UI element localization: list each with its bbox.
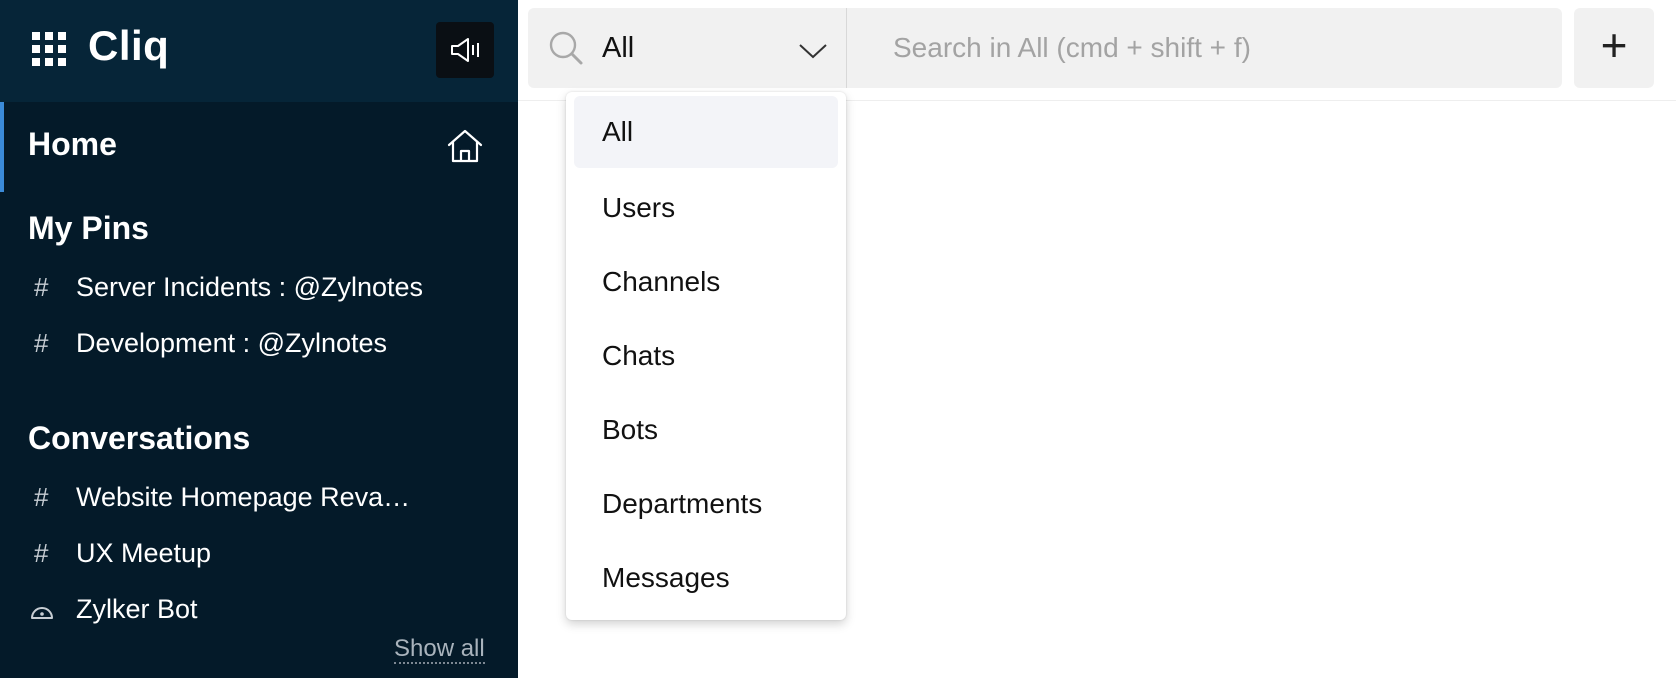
dropdown-option-bots[interactable]: Bots <box>574 394 838 466</box>
dropdown-option-label: Bots <box>602 414 659 445</box>
plus-icon: + <box>1600 19 1628 71</box>
dropdown-option-label: All <box>602 116 634 147</box>
sidebar-header: Cliq <box>0 0 518 102</box>
conversation-item-zylker-bot[interactable]: Zylker Bot <box>0 586 518 634</box>
chevron-down-icon <box>799 44 827 59</box>
pin-item-label: Server Incidents : @Zylnotes <box>76 272 424 302</box>
show-all-link[interactable]: Show all <box>394 635 485 665</box>
dropdown-option-label: Channels <box>602 266 721 297</box>
dropdown-option-departments[interactable]: Departments <box>574 468 838 540</box>
dropdown-option-label: Departments <box>602 488 763 519</box>
apps-grid-icon[interactable] <box>32 32 66 66</box>
dropdown-option-messages[interactable]: Messages <box>574 542 838 614</box>
active-indicator <box>0 102 4 192</box>
dropdown-option-label: Chats <box>602 340 676 371</box>
search-scope-dropdown: All Users Channels Chats Bots Department… <box>566 92 846 620</box>
conversation-item-label: Zylker Bot <box>76 594 198 624</box>
app-brand: Cliq <box>88 22 170 69</box>
home-icon[interactable] <box>446 128 484 164</box>
conversation-item-label: Website Homepage Revamp Project <box>76 482 432 512</box>
dropdown-option-channels[interactable]: Channels <box>574 246 838 318</box>
search-scope-select[interactable]: All <box>528 8 847 88</box>
dropdown-option-label: Messages <box>602 562 730 593</box>
search-input[interactable] <box>847 8 1562 88</box>
search-scope-value: All <box>602 32 635 64</box>
channel-hash-icon: # <box>34 482 49 512</box>
channel-hash-icon: # <box>34 538 49 568</box>
sidebar: Cliq Home My Pins # Server Incidents : @… <box>0 0 518 678</box>
dropdown-option-all[interactable]: All <box>574 96 838 168</box>
conversation-item-ux-meetup[interactable]: # UX Meetup <box>0 530 518 578</box>
add-button[interactable]: + <box>1574 8 1654 88</box>
dropdown-option-chats[interactable]: Chats <box>574 320 838 392</box>
conversation-item-website-homepage[interactable]: # Website Homepage Revamp Project <box>0 474 518 522</box>
bot-icon <box>31 607 53 619</box>
dropdown-option-label: Users <box>602 192 676 223</box>
pin-item-server-incidents[interactable]: # Server Incidents : @Zylnotes <box>0 264 518 312</box>
channel-hash-icon: # <box>34 328 49 358</box>
pin-item-development[interactable]: # Development : @Zylnotes <box>0 320 518 368</box>
pin-item-label: Development : @Zylnotes <box>76 328 388 358</box>
speaker-icon <box>451 38 479 62</box>
conversation-item-label: UX Meetup <box>76 538 212 568</box>
home-label: Home <box>28 126 117 162</box>
conversations-title: Conversations <box>28 420 251 456</box>
search-icon <box>549 31 583 65</box>
channel-hash-icon: # <box>34 272 49 302</box>
announcement-button[interactable] <box>436 22 494 78</box>
dropdown-option-users[interactable]: Users <box>574 172 838 244</box>
sidebar-item-home[interactable]: Home <box>0 102 518 192</box>
my-pins-title: My Pins <box>28 210 149 246</box>
